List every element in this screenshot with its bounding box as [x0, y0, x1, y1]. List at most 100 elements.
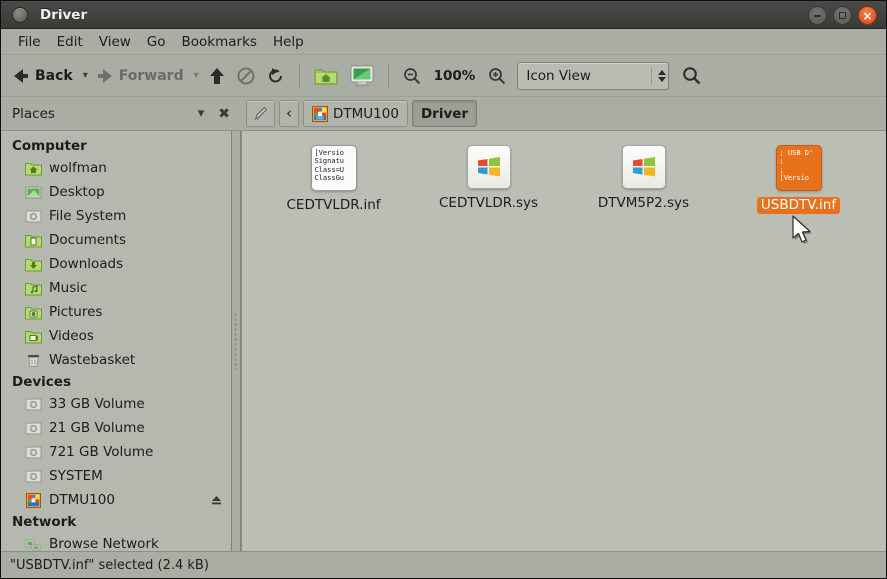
home-folder-icon — [25, 161, 42, 176]
file-item[interactable]: CEDTVLDR.sys — [411, 145, 566, 214]
home-button[interactable] — [309, 62, 343, 90]
search-icon — [682, 66, 701, 85]
sidebar-item-label: Videos — [49, 328, 94, 344]
zoom-in-icon — [488, 67, 506, 85]
maximize-button[interactable] — [833, 6, 852, 25]
sidebar-item-desktop[interactable]: Desktop — [1, 180, 231, 204]
window-menu-icon[interactable] — [12, 6, 28, 23]
search-button[interactable] — [677, 62, 706, 90]
edit-location-button[interactable] — [246, 100, 275, 127]
up-button[interactable] — [204, 62, 230, 90]
places-chevron-down-icon[interactable]: ▾ — [191, 106, 212, 121]
stop-icon — [237, 67, 255, 85]
menu-view[interactable]: View — [91, 32, 139, 52]
windows-system-file-icon — [466, 145, 511, 189]
file-list-view[interactable]: [Versio Signatu Class=U ClassGu CEDTVLDR… — [241, 131, 886, 551]
computer-button[interactable] — [345, 62, 379, 90]
close-button[interactable]: × — [858, 6, 877, 25]
back-button[interactable]: Back — [9, 62, 78, 90]
toolbar-separator-1 — [298, 63, 300, 88]
file-icon-preview-text: [Versio Signatu Class=U ClassGu — [314, 149, 345, 183]
zoom-in-button[interactable] — [483, 62, 511, 90]
status-bar: "USBDTV.inf" selected (2.4 kB) — [1, 551, 886, 578]
back-history-chevron-down-icon[interactable]: ▾ — [80, 70, 91, 81]
sidebar-splitter[interactable] — [231, 131, 241, 551]
sidebar-item-dtmu100[interactable]: DTMU100 — [1, 488, 231, 512]
breadcrumb-dtmu100[interactable]: DGB DTMU100 — [303, 100, 408, 127]
sidebar-item-browse-network[interactable]: Browse Network — [1, 532, 231, 551]
file-item[interactable]: DTVM5P2.sys — [566, 145, 721, 214]
videos-folder-icon — [25, 329, 42, 344]
sidebar-item-721gb-volume[interactable]: 721 GB Volume — [1, 440, 231, 464]
zoom-level-label: 100% — [433, 67, 476, 84]
places-and-path-bar: Places ▾ ✖ ‹ DGB DTMU100 Driver — [1, 97, 886, 131]
view-mode-select[interactable]: Icon View — [517, 61, 670, 90]
sidebar-item-21gb-volume[interactable]: 21 GB Volume — [1, 416, 231, 440]
sidebar-item-label: Browse Network — [49, 536, 159, 551]
status-text: "USBDTV.inf" selected (2.4 kB) — [10, 557, 209, 573]
svg-text:DGB: DGB — [316, 115, 324, 120]
drive-icon — [25, 469, 42, 484]
forward-label: Forward — [118, 67, 184, 84]
computer-monitor-icon — [350, 65, 374, 87]
sidebar-item-label: 33 GB Volume — [49, 396, 145, 412]
drive-icon — [25, 445, 42, 460]
breadcrumb-label: Driver — [420, 105, 469, 122]
file-icon-preview-text: ; USB D' ; ; [Versio — [779, 149, 814, 183]
sidebar-item-documents[interactable]: Documents — [1, 228, 231, 252]
sidebar-item-label: Music — [49, 280, 88, 296]
sidebar-item-system[interactable]: SYSTEM — [1, 464, 231, 488]
sidebar-item-label: DTMU100 — [49, 492, 115, 508]
breadcrumb-label: DTMU100 — [333, 105, 399, 122]
sidebar-item-pictures[interactable]: Pictures — [1, 300, 231, 324]
reload-button[interactable] — [262, 62, 290, 90]
window-controls: × — [808, 6, 877, 25]
window-title: Driver — [40, 6, 88, 23]
drive-icon — [25, 421, 42, 436]
sidebar-item-label: File System — [49, 208, 127, 224]
sidebar-item-label: SYSTEM — [49, 468, 103, 484]
documents-folder-icon — [25, 233, 42, 248]
sidebar-item-downloads[interactable]: Downloads — [1, 252, 231, 276]
desktop-folder-icon — [25, 185, 42, 200]
file-name-label: USBDTV.inf — [756, 197, 841, 214]
menu-file[interactable]: File — [10, 32, 49, 52]
drive-icon — [25, 397, 42, 412]
windows-system-file-icon — [621, 145, 666, 189]
sidebar-item-label: Pictures — [49, 304, 103, 320]
minimize-button[interactable] — [808, 6, 827, 25]
splitter-grip-icon — [234, 312, 237, 370]
file-item[interactable]: [Versio Signatu Class=U ClassGu CEDTVLDR… — [256, 145, 411, 214]
breadcrumb-driver[interactable]: Driver — [411, 100, 478, 127]
sidebar-item-33gb-volume[interactable]: 33 GB Volume — [1, 392, 231, 416]
back-arrow-icon — [14, 68, 28, 83]
select-chevrons-icon — [651, 66, 667, 85]
menu-bookmarks[interactable]: Bookmarks — [174, 32, 265, 52]
sidebar-item-wastebasket[interactable]: Wastebasket — [1, 348, 231, 372]
zoom-out-button[interactable] — [398, 62, 426, 90]
view-mode-value: Icon View — [526, 67, 591, 84]
up-arrow-icon — [209, 67, 225, 85]
title-bar: Driver × — [1, 1, 886, 29]
forward-button[interactable]: Forward — [93, 62, 189, 90]
places-close-icon[interactable]: ✖ — [211, 106, 237, 122]
toolbar: Back ▾ Forward ▾ 100% Icon View — [1, 55, 886, 97]
sidebar-heading-computer: Computer — [12, 138, 87, 154]
sidebar-item-music[interactable]: Music — [1, 276, 231, 300]
sidebar-heading-devices: Devices — [12, 374, 71, 390]
sidebar-item-videos[interactable]: Videos — [1, 324, 231, 348]
menu-edit[interactable]: Edit — [49, 32, 91, 52]
menu-go[interactable]: Go — [139, 32, 174, 52]
sidebar-item-label: Downloads — [49, 256, 124, 272]
path-prev-button[interactable]: ‹ — [279, 100, 299, 127]
sidebar-item-wolfman[interactable]: wolfman — [1, 156, 231, 180]
stop-button[interactable] — [232, 62, 260, 90]
file-name-label: DTVM5P2.sys — [597, 195, 690, 211]
forward-history-chevron-down-icon[interactable]: ▾ — [191, 70, 202, 81]
sidebar-item-file-system[interactable]: File System — [1, 204, 231, 228]
menu-help[interactable]: Help — [265, 32, 312, 52]
media-disc-icon: DGB — [312, 105, 328, 122]
eject-button[interactable] — [210, 494, 223, 506]
pictures-folder-icon — [25, 305, 42, 320]
file-item-selected[interactable]: ; USB D' ; ; [Versio USBDTV.inf — [721, 145, 876, 214]
